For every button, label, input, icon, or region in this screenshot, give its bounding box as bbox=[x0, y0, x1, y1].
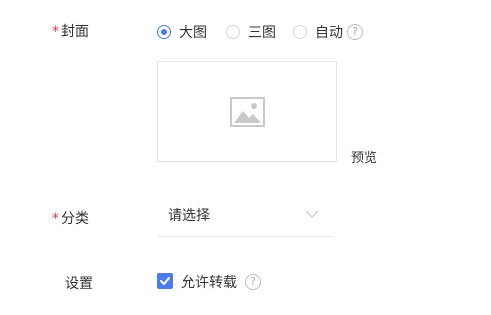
radio-auto-label: 自动 bbox=[315, 25, 343, 41]
radio-large-image-indicator[interactable] bbox=[157, 25, 171, 39]
radio-large-image-label: 大图 bbox=[179, 25, 207, 41]
allow-repost-label: 允许转载 bbox=[181, 275, 237, 291]
settings-label: 设置 bbox=[65, 276, 93, 292]
category-select-placeholder: 请选择 bbox=[168, 208, 210, 224]
category-select[interactable]: 请选择 bbox=[157, 197, 332, 237]
radio-three-images[interactable]: 三图 bbox=[226, 22, 276, 42]
image-placeholder-icon bbox=[230, 97, 265, 127]
allow-repost-label-wrap: 允许转载 ? bbox=[181, 272, 261, 292]
cover-label: * 封面 bbox=[52, 21, 89, 41]
check-icon bbox=[160, 277, 170, 285]
required-mark: * bbox=[52, 211, 59, 227]
required-mark: * bbox=[52, 24, 59, 40]
allow-repost-checkbox[interactable] bbox=[157, 273, 173, 289]
radio-three-images-indicator[interactable] bbox=[226, 25, 240, 39]
preview-link[interactable]: 预览 bbox=[351, 147, 377, 166]
help-icon[interactable]: ? bbox=[245, 274, 261, 290]
category-label-text: 分类 bbox=[61, 211, 89, 227]
category-label: * 分类 bbox=[52, 208, 89, 228]
cover-image-upload[interactable] bbox=[157, 61, 337, 162]
chevron-down-icon bbox=[305, 210, 319, 218]
radio-auto[interactable]: 自动 ? bbox=[293, 22, 363, 42]
radio-auto-indicator[interactable] bbox=[293, 25, 307, 39]
radio-large-image[interactable]: 大图 bbox=[157, 22, 207, 42]
cover-label-text: 封面 bbox=[61, 24, 89, 40]
help-icon[interactable]: ? bbox=[347, 24, 363, 40]
radio-three-images-label: 三图 bbox=[248, 25, 276, 41]
